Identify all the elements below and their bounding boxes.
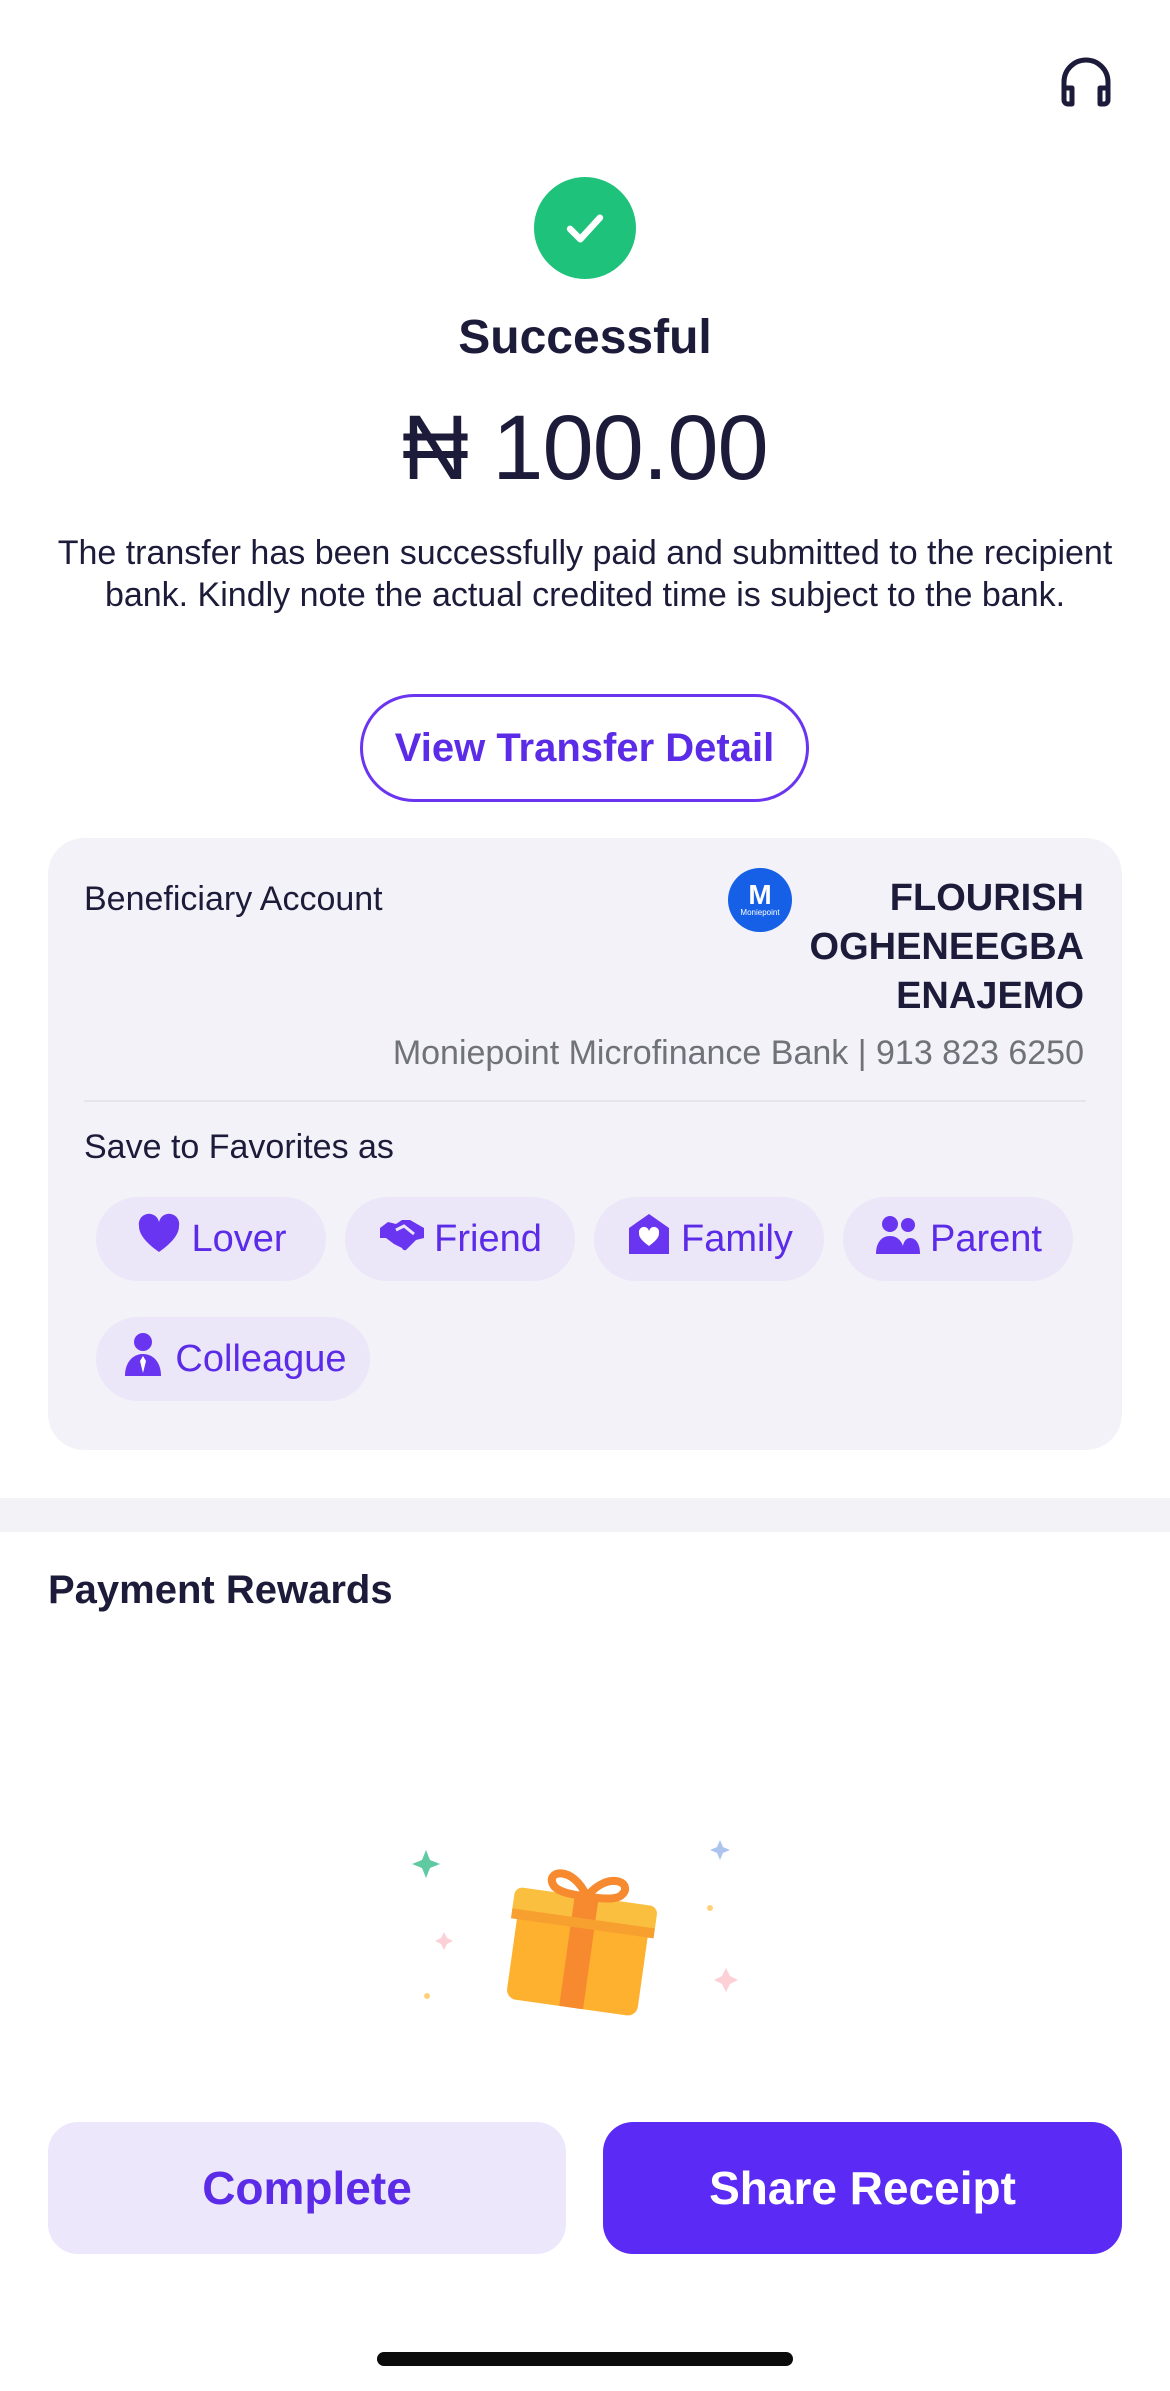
- heart-icon: [135, 1210, 183, 1268]
- status-message: The transfer has been successfully paid …: [57, 534, 1113, 614]
- beneficiary-label: Beneficiary Account: [84, 880, 383, 918]
- transfer-success-screen: Successful ₦ 100.00 The transfer has bee…: [0, 0, 1170, 2391]
- chip-label: Lover: [191, 1217, 287, 1260]
- payment-rewards-title: Payment Rewards: [48, 1568, 393, 1612]
- share-receipt-button[interactable]: Share Receipt: [603, 2122, 1122, 2254]
- chip-label: Colleague: [175, 1337, 347, 1380]
- divider: [84, 1100, 1086, 1102]
- section-separator: [0, 1498, 1170, 1532]
- beneficiary-bank-account: Moniepoint Microfinance Bank | 913 823 6…: [392, 1034, 1084, 1072]
- person-tie-icon: [119, 1330, 167, 1388]
- favorite-chip-friend[interactable]: Friend: [345, 1197, 575, 1281]
- chip-label: Family: [681, 1217, 793, 1260]
- status-title: Successful: [458, 311, 712, 364]
- gift-icon: [400, 1830, 760, 2020]
- complete-button[interactable]: Complete: [48, 2122, 566, 2254]
- people-icon: [874, 1210, 922, 1268]
- favorite-chip-colleague[interactable]: Colleague: [96, 1317, 370, 1401]
- handshake-icon: [378, 1210, 426, 1268]
- transfer-amount: ₦ 100.00: [402, 397, 768, 499]
- success-check-icon: [534, 177, 636, 279]
- chip-label: Parent: [930, 1217, 1042, 1260]
- favorites-label: Save to Favorites as: [84, 1128, 394, 1166]
- headset-icon[interactable]: [1054, 52, 1118, 116]
- view-transfer-detail-button[interactable]: View Transfer Detail: [360, 694, 809, 802]
- moniepoint-logo-icon: M Moniepoint: [728, 868, 792, 932]
- favorite-chip-lover[interactable]: Lover: [96, 1197, 326, 1281]
- chip-label: Friend: [434, 1217, 542, 1260]
- house-heart-icon: [625, 1210, 673, 1268]
- favorite-chip-family[interactable]: Family: [594, 1197, 824, 1281]
- favorite-chip-parent[interactable]: Parent: [843, 1197, 1073, 1281]
- home-indicator[interactable]: [377, 2352, 793, 2366]
- beneficiary-card: Beneficiary Account M Moniepoint FLOURIS…: [48, 838, 1122, 1450]
- beneficiary-name: FLOURISH OGHENEEGBA ENAJEMO: [809, 877, 1084, 1017]
